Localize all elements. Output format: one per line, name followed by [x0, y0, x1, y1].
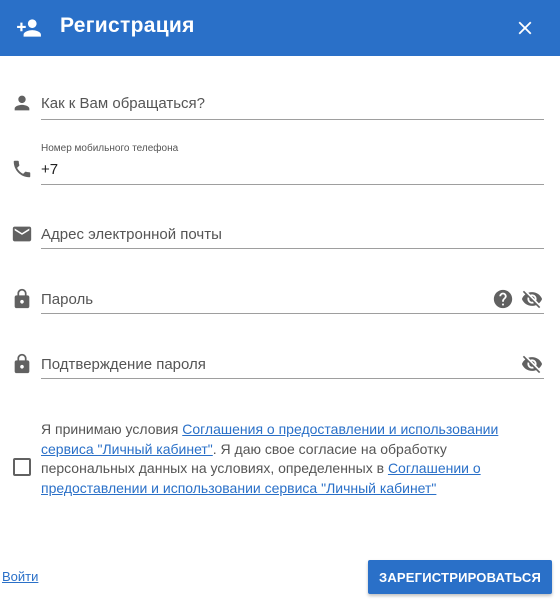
- email-input[interactable]: [41, 223, 544, 245]
- name-input[interactable]: [41, 92, 544, 114]
- phone-icon: [13, 160, 31, 178]
- consent-text-part-1: Я принимаю условия: [41, 421, 183, 437]
- phone-label: Номер мобильного телефона: [41, 143, 179, 154]
- lock-icon: [14, 288, 30, 309]
- email-input-wrap: [41, 223, 544, 249]
- lock-icon: [14, 353, 30, 374]
- email-icon: [12, 226, 32, 242]
- person-add-icon: [17, 19, 41, 37]
- help-icon[interactable]: [492, 288, 514, 310]
- dialog-header: Регистрация: [0, 0, 560, 56]
- close-icon: [518, 21, 532, 35]
- password-confirm-field-row: [0, 342, 560, 402]
- person-icon: [14, 95, 30, 111]
- consent-text: Я принимаю условия Соглашения о предоста…: [41, 420, 536, 498]
- password-input-wrap: [41, 288, 544, 314]
- visibility-off-icon[interactable]: [521, 288, 543, 310]
- consent-checkbox[interactable]: [13, 458, 31, 476]
- password-field-row: [0, 277, 560, 337]
- password-input[interactable]: [41, 288, 544, 310]
- consent-block: Я принимаю условия Соглашения о предоста…: [0, 418, 560, 518]
- name-input-wrap: [41, 92, 544, 120]
- email-field-row: [0, 212, 560, 272]
- phone-input-wrap: [41, 158, 544, 185]
- phone-field-row: Номер мобильного телефона: [0, 140, 560, 200]
- visibility-off-icon[interactable]: [521, 353, 543, 375]
- password-confirm-input-wrap: [41, 353, 544, 379]
- phone-input[interactable]: [41, 158, 544, 180]
- password-confirm-input[interactable]: [41, 353, 544, 375]
- close-button[interactable]: [510, 13, 540, 43]
- name-field-row: [0, 80, 560, 140]
- login-link[interactable]: Войти: [2, 569, 38, 584]
- dialog-title: Регистрация: [60, 14, 195, 37]
- register-button[interactable]: ЗАРЕГИСТРИРОВАТЬСЯ: [368, 560, 552, 594]
